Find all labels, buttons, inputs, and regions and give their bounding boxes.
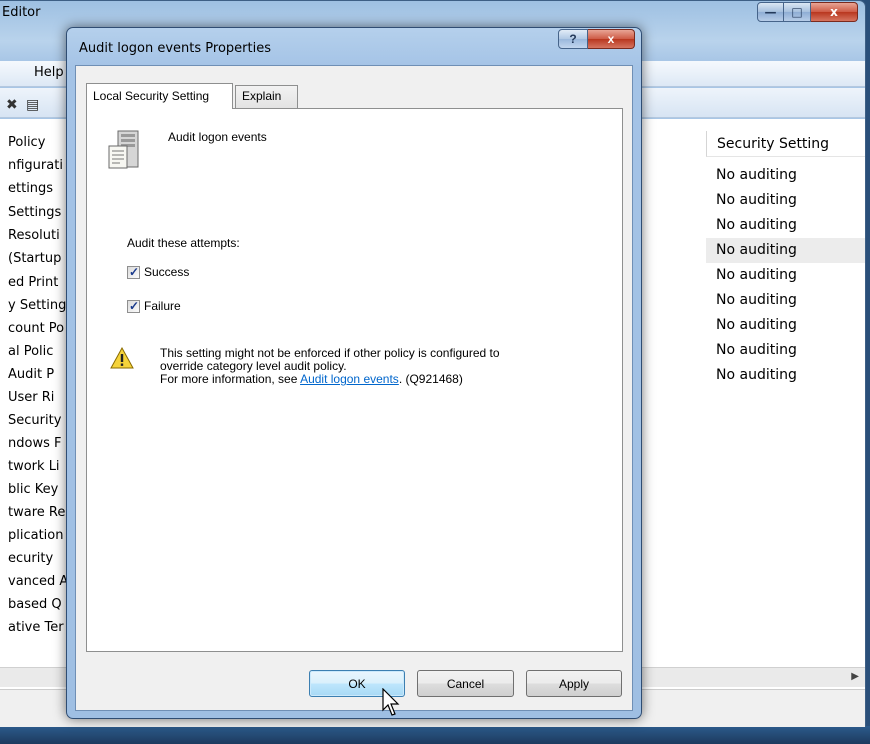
minimize-icon: — — [764, 5, 777, 19]
tree-item[interactable]: ecurity — [8, 549, 68, 569]
success-checkbox-row[interactable]: ✓ Success — [127, 265, 189, 279]
tree-item[interactable]: Audit P — [8, 365, 68, 385]
failure-checkbox-row[interactable]: ✓ Failure — [127, 299, 181, 313]
tree-item[interactable]: al Polic — [8, 342, 68, 362]
warning-text: This setting might not be enforced if ot… — [160, 347, 600, 386]
tree-item[interactable]: twork Li — [8, 457, 68, 477]
more-info-prefix: For more information, see — [160, 372, 301, 386]
help-button[interactable]: ? — [558, 29, 588, 49]
tab-explain[interactable]: Explain — [235, 85, 298, 108]
tree-item[interactable]: ed Print — [8, 273, 68, 293]
warning-line-3: For more information, see Audit logon ev… — [160, 373, 600, 386]
tree-item[interactable]: ative Ter — [8, 618, 68, 638]
tree-item[interactable]: Security — [8, 411, 68, 431]
tree-pane — [0, 119, 1, 679]
tab-panel: Audit logon events Audit these attempts:… — [86, 108, 623, 652]
tree-item[interactable]: ndows F — [8, 434, 68, 454]
tree-item[interactable]: (Startup — [8, 249, 68, 269]
audit-logon-events-link[interactable]: Audit logon events — [300, 372, 399, 386]
dialog-body: Local Security Setting Explain Audit log… — [75, 65, 633, 711]
properties-icon[interactable]: ▤ — [26, 96, 39, 113]
help-icon: ? — [569, 32, 577, 46]
close-button[interactable]: x — [811, 2, 858, 22]
dialog-close-button[interactable]: x — [588, 29, 635, 49]
dialog-caption-buttons: ? x — [558, 29, 635, 49]
delete-icon[interactable]: ✖ — [6, 96, 18, 113]
maximize-icon: □ — [791, 5, 803, 19]
tree-item[interactable]: Policy — [8, 133, 68, 153]
checkmark-icon: ✓ — [129, 264, 140, 279]
tree-item[interactable]: ettings — [8, 179, 68, 199]
menu-help[interactable]: Help — [34, 65, 64, 80]
table-row[interactable]: No auditing — [706, 213, 865, 238]
maximize-button[interactable]: □ — [784, 2, 811, 22]
table-row[interactable]: No auditing — [706, 238, 865, 263]
close-icon: x — [607, 32, 615, 46]
tab-local-security-setting[interactable]: Local Security Setting — [86, 83, 233, 109]
cancel-button[interactable]: Cancel — [417, 670, 514, 697]
success-label[interactable]: Success — [144, 265, 189, 279]
tree-item[interactable]: User Ri — [8, 388, 68, 408]
failure-checkbox[interactable]: ✓ — [127, 298, 140, 313]
table-row[interactable]: No auditing — [706, 313, 865, 338]
success-checkbox[interactable]: ✓ — [127, 264, 140, 279]
apply-button[interactable]: Apply — [526, 670, 622, 697]
table-row[interactable]: No auditing — [706, 188, 865, 213]
scroll-right-icon[interactable]: ▶ — [851, 671, 859, 682]
failure-label[interactable]: Failure — [144, 299, 181, 313]
kb-reference: . (Q921468) — [398, 372, 463, 386]
tree-item[interactable]: count Po — [8, 319, 68, 339]
policy-name: Audit logon events — [168, 130, 267, 144]
warning-icon — [110, 347, 134, 369]
tree-item[interactable]: plication — [8, 526, 68, 546]
tree-item[interactable]: tware Re — [8, 503, 68, 523]
table-row[interactable]: No auditing — [706, 263, 865, 288]
tree-item[interactable]: Settings — [8, 203, 68, 223]
table-row[interactable]: No auditing — [706, 163, 865, 188]
editor-caption-buttons: — □ x — [757, 2, 858, 22]
column-header-security-setting[interactable]: Security Setting — [706, 131, 865, 157]
table-row[interactable]: No auditing — [706, 288, 865, 313]
tree-item[interactable]: based Q — [8, 595, 68, 615]
tree-item[interactable]: nfigurati — [8, 156, 68, 176]
dialog-title: Audit logon events Properties — [79, 41, 271, 56]
table-row[interactable]: No auditing — [706, 338, 865, 363]
desktop-taskbar-strip — [0, 726, 870, 744]
minimize-button[interactable]: — — [757, 2, 784, 22]
policy-document-icon — [108, 130, 139, 169]
editor-window-title: Editor — [2, 5, 41, 20]
table-row[interactable]: No auditing — [706, 363, 865, 388]
tree-item[interactable]: Resoluti — [8, 226, 68, 246]
checkmark-icon: ✓ — [129, 298, 140, 313]
tree-item[interactable]: vanced A — [8, 572, 68, 592]
tree-item[interactable]: blic Key — [8, 480, 68, 500]
close-icon: x — [830, 5, 838, 19]
mouse-pointer-icon — [382, 688, 400, 716]
properties-dialog: Audit logon events Properties ? x Local … — [66, 27, 642, 719]
tree-item[interactable]: y Setting — [8, 296, 68, 316]
audit-attempts-label: Audit these attempts: — [127, 236, 240, 250]
